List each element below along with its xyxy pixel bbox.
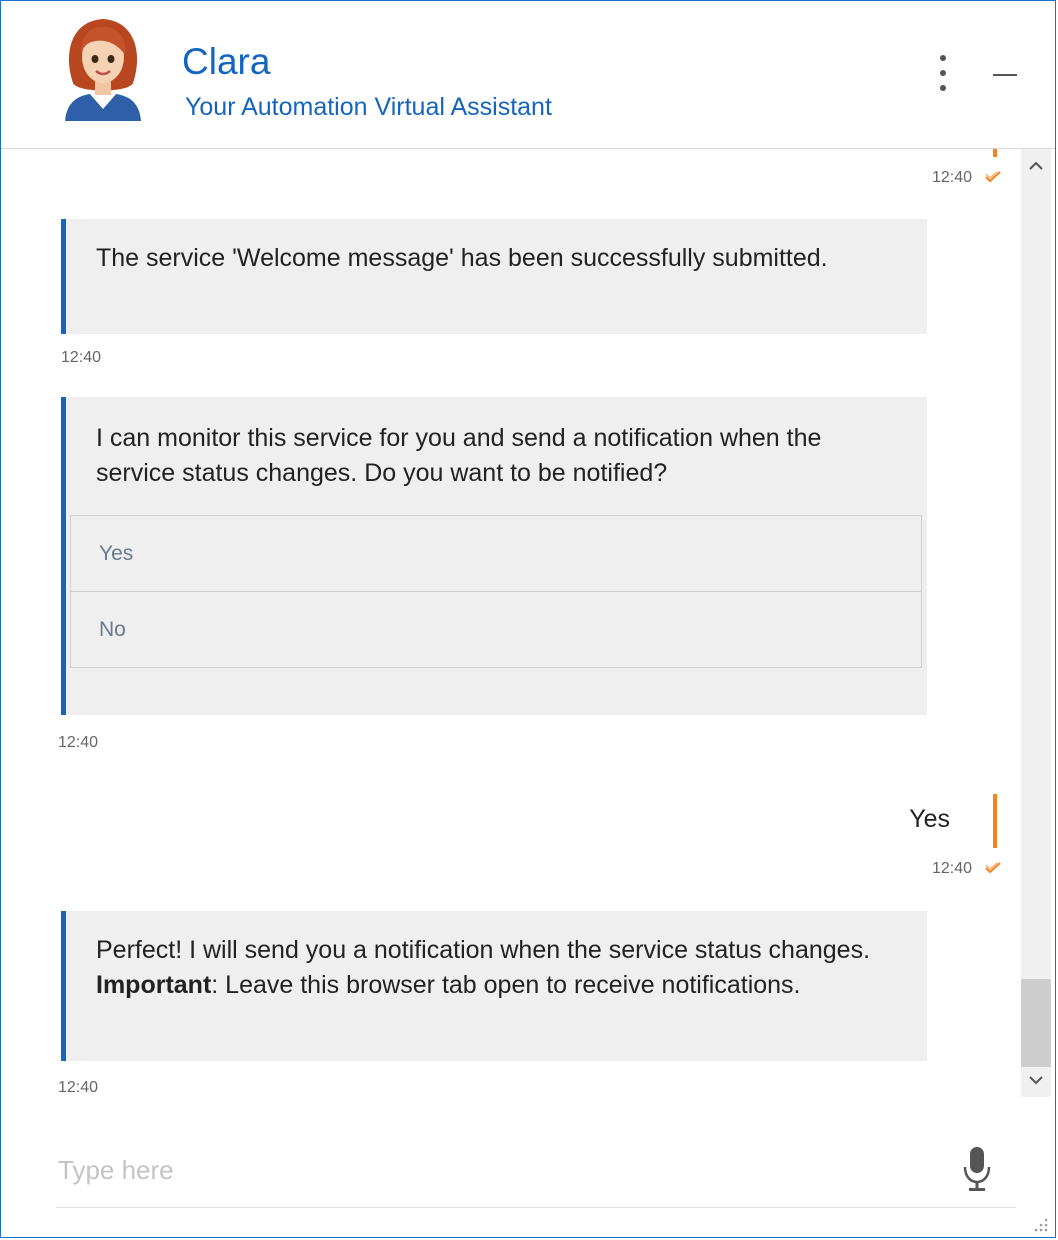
scrollbar[interactable] xyxy=(1021,149,1051,1097)
avatar xyxy=(65,19,141,121)
microphone-icon[interactable] xyxy=(961,1145,993,1193)
message-text: I can monitor this service for you and s… xyxy=(96,424,822,487)
bot-message: The service 'Welcome message' has been s… xyxy=(61,219,927,334)
chevron-up-icon[interactable] xyxy=(1021,153,1051,179)
message-input[interactable] xyxy=(56,1141,950,1199)
important-text: : Leave this browser tab open to receive… xyxy=(211,971,801,999)
user-message-text: Yes xyxy=(909,805,950,833)
message-text: Perfect! I will send you a notification … xyxy=(96,936,871,964)
message-text: The service 'Welcome message' has been s… xyxy=(96,244,828,272)
option-no-button[interactable]: No xyxy=(70,591,922,668)
input-underline xyxy=(56,1207,1016,1208)
bot-message: Perfect! I will send you a notification … xyxy=(61,911,927,1061)
minimize-icon[interactable] xyxy=(991,61,1019,85)
more-vertical-icon[interactable] xyxy=(931,55,955,93)
user-message-marker xyxy=(993,149,997,157)
scrollbar-thumb[interactable] xyxy=(1021,979,1051,1067)
message-list[interactable]: 12:40 The service 'Welcome message' has … xyxy=(1,149,1019,1097)
message-timestamp: 12:40 xyxy=(61,349,102,366)
message-timestamp: 12:40 xyxy=(932,169,973,186)
resize-grip-icon[interactable] xyxy=(1031,1215,1049,1233)
chat-window: Clara Your Automation Virtual Assistant … xyxy=(0,0,1056,1238)
important-label: Important xyxy=(96,971,212,999)
assistant-name: Clara xyxy=(182,41,271,82)
message-timestamp: 12:40 xyxy=(58,1079,99,1096)
check-icon xyxy=(985,171,1001,183)
bot-message: I can monitor this service for you and s… xyxy=(61,397,927,715)
check-icon xyxy=(985,862,1001,874)
message-timestamp: 12:40 xyxy=(932,860,973,877)
message-timestamp: 12:40 xyxy=(58,734,99,751)
assistant-subtitle: Your Automation Virtual Assistant xyxy=(185,93,552,121)
input-area xyxy=(1,1097,1051,1237)
option-yes-button[interactable]: Yes xyxy=(70,515,922,592)
chevron-down-icon[interactable] xyxy=(1021,1067,1051,1093)
user-message-marker xyxy=(993,794,997,848)
chat-header: Clara Your Automation Virtual Assistant xyxy=(1,1,1055,149)
